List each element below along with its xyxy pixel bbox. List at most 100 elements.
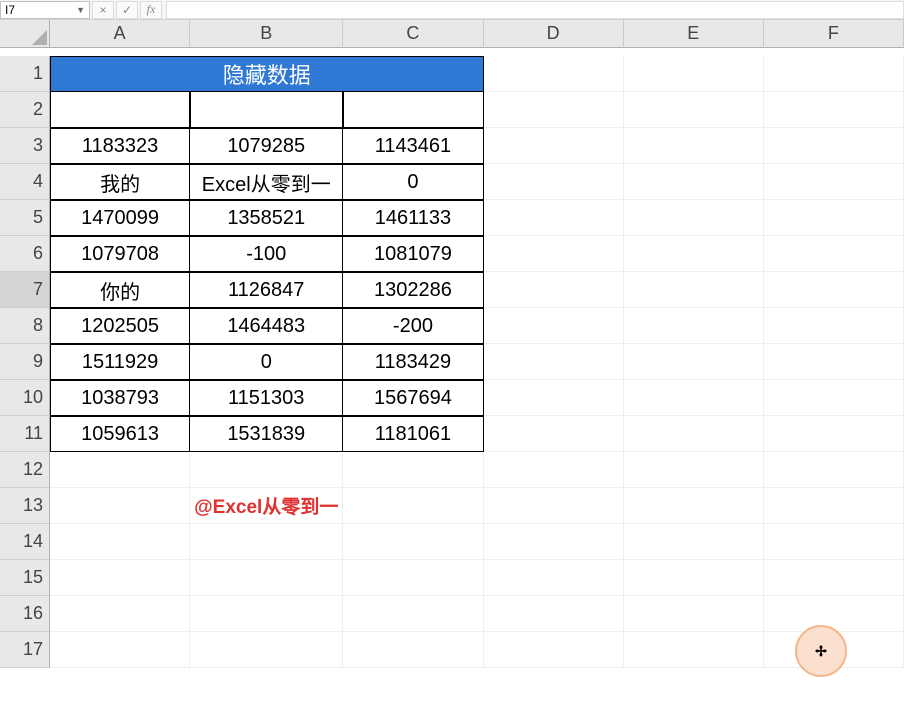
cell-B3[interactable]: 1079285 (190, 128, 343, 164)
cell-D17[interactable] (484, 632, 624, 668)
cell-B4[interactable]: Excel从零到一 (190, 164, 343, 200)
cell-D3[interactable] (484, 128, 624, 164)
cell-C8[interactable]: -200 (343, 308, 483, 344)
cell-C11[interactable]: 1181061 (343, 416, 483, 452)
cell-D12[interactable] (484, 452, 624, 488)
col-head-A[interactable]: A (50, 20, 190, 48)
cell-A13[interactable] (50, 488, 190, 524)
col-head-E[interactable]: E (624, 20, 764, 48)
cell-C3[interactable]: 1143461 (343, 128, 483, 164)
cell-F11[interactable] (764, 416, 904, 452)
cell-C10[interactable]: 1567694 (343, 380, 483, 416)
cell-D7[interactable] (484, 272, 624, 308)
cell-C17[interactable] (343, 632, 483, 668)
cell-C7[interactable]: 1302286 (343, 272, 483, 308)
cell-D16[interactable] (484, 596, 624, 632)
cell-F5[interactable] (764, 200, 904, 236)
row-head-13[interactable]: 13 (0, 488, 50, 524)
cell-B6[interactable]: -100 (190, 236, 343, 272)
col-head-C[interactable]: C (343, 20, 483, 48)
cell-F10[interactable] (764, 380, 904, 416)
cell-A7[interactable]: 你的 (50, 272, 190, 308)
cell-F4[interactable] (764, 164, 904, 200)
cell-B7[interactable]: 1126847 (190, 272, 343, 308)
cell-blank[interactable] (484, 56, 624, 92)
cell-C4[interactable]: 0 (343, 164, 483, 200)
cell-F13[interactable] (764, 488, 904, 524)
cell-B5[interactable]: 1358521 (190, 200, 343, 236)
cell-F16[interactable] (764, 596, 904, 632)
cell-C6[interactable]: 1081079 (343, 236, 483, 272)
row-head-7[interactable]: 7 (0, 272, 50, 308)
cell-A17[interactable] (50, 632, 190, 668)
cell-C13[interactable] (343, 488, 483, 524)
cell-C2[interactable] (343, 92, 483, 128)
cell-D5[interactable] (484, 200, 624, 236)
cell-F2[interactable] (764, 92, 904, 128)
cell-E17[interactable] (624, 632, 764, 668)
cell-E2[interactable] (624, 92, 764, 128)
cell-C16[interactable] (343, 596, 483, 632)
cell-B8[interactable]: 1464483 (190, 308, 343, 344)
cell-C15[interactable] (343, 560, 483, 596)
cell-E10[interactable] (624, 380, 764, 416)
cell-B15[interactable] (190, 560, 343, 596)
confirm-button[interactable]: ✓ (116, 1, 138, 19)
cell-E4[interactable] (624, 164, 764, 200)
cell-F7[interactable] (764, 272, 904, 308)
cell-D9[interactable] (484, 344, 624, 380)
cell-D6[interactable] (484, 236, 624, 272)
col-head-B[interactable]: B (190, 20, 343, 48)
row-head-3[interactable]: 3 (0, 128, 50, 164)
cell-A10[interactable]: 1038793 (50, 380, 190, 416)
cell-B13[interactable]: @Excel从零到一 (190, 488, 343, 524)
cell-F17[interactable] (764, 632, 904, 668)
cell-E5[interactable] (624, 200, 764, 236)
cell-A5[interactable]: 1470099 (50, 200, 190, 236)
cell-C5[interactable]: 1461133 (343, 200, 483, 236)
cell-F12[interactable] (764, 452, 904, 488)
row-head-10[interactable]: 10 (0, 380, 50, 416)
cell-A14[interactable] (50, 524, 190, 560)
cell-E16[interactable] (624, 596, 764, 632)
cell-C9[interactable]: 1183429 (343, 344, 483, 380)
cell-F6[interactable] (764, 236, 904, 272)
cell-F15[interactable] (764, 560, 904, 596)
cell-E8[interactable] (624, 308, 764, 344)
cell-B14[interactable] (190, 524, 343, 560)
select-all-corner[interactable] (0, 20, 50, 48)
cell-E14[interactable] (624, 524, 764, 560)
row-head-9[interactable]: 9 (0, 344, 50, 380)
cell-B16[interactable] (190, 596, 343, 632)
cell-E11[interactable] (624, 416, 764, 452)
cell-E3[interactable] (624, 128, 764, 164)
cell-A11[interactable]: 1059613 (50, 416, 190, 452)
row-head-1[interactable]: 1 (0, 56, 50, 92)
fx-button[interactable]: fx (140, 1, 162, 19)
row-head-4[interactable]: 4 (0, 164, 50, 200)
cell-A4[interactable]: 我的 (50, 164, 190, 200)
spreadsheet-grid[interactable]: ABCDEF1隐藏数据231183323107928511434614我的Exc… (0, 20, 904, 668)
cell-B9[interactable]: 0 (190, 344, 343, 380)
cell-A2[interactable] (50, 92, 190, 128)
cell-D2[interactable] (484, 92, 624, 128)
cell-A16[interactable] (50, 596, 190, 632)
row-head-8[interactable]: 8 (0, 308, 50, 344)
cell-D8[interactable] (484, 308, 624, 344)
cell-F14[interactable] (764, 524, 904, 560)
cell-A8[interactable]: 1202505 (50, 308, 190, 344)
cell-C14[interactable] (343, 524, 483, 560)
cell-E6[interactable] (624, 236, 764, 272)
cell-E13[interactable] (624, 488, 764, 524)
row-head-15[interactable]: 15 (0, 560, 50, 596)
cell-D11[interactable] (484, 416, 624, 452)
row-head-6[interactable]: 6 (0, 236, 50, 272)
cell-A12[interactable] (50, 452, 190, 488)
cell-F3[interactable] (764, 128, 904, 164)
name-box[interactable]: I7 ▼ (0, 1, 90, 19)
cancel-button[interactable]: × (92, 1, 114, 19)
cell-A15[interactable] (50, 560, 190, 596)
row-head-11[interactable]: 11 (0, 416, 50, 452)
cell-D13[interactable] (484, 488, 624, 524)
cell-blank[interactable] (764, 56, 904, 92)
